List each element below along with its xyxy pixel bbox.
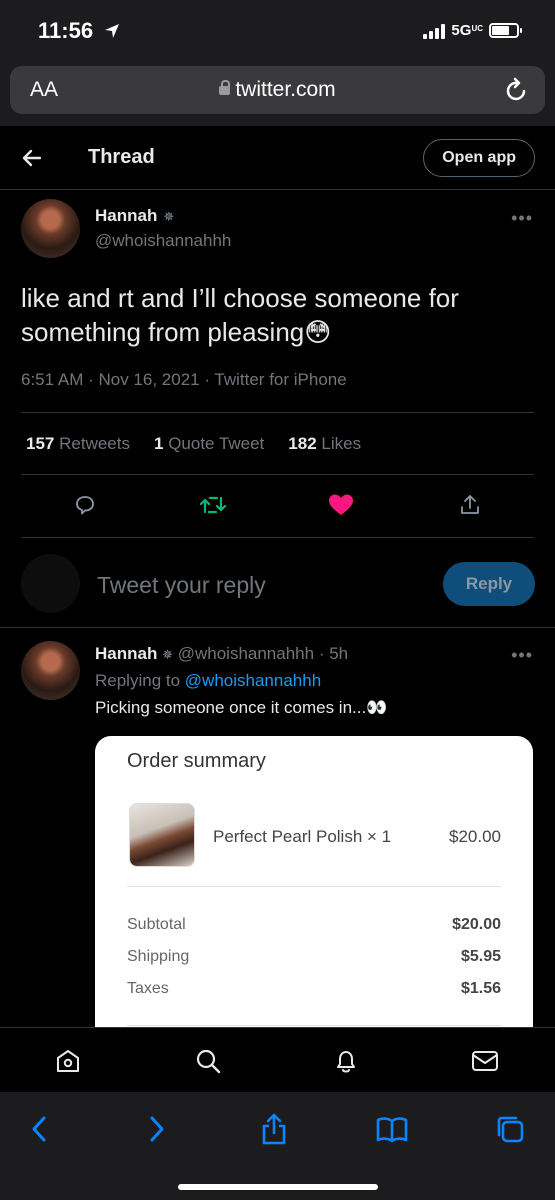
signal-icon [423,23,446,39]
network-label: 5GUC [451,22,483,39]
replying-to-link[interactable]: @whoishannahhh [185,671,321,690]
share-icon[interactable] [455,490,485,520]
back-arrow-icon[interactable] [20,146,44,170]
open-app-button[interactable]: Open app [423,139,535,177]
twitter-bottom-nav [0,1027,555,1092]
browser-chrome: AA twitter.com [0,62,555,126]
my-avatar [21,554,80,613]
product-name: Perfect Pearl Polish × 1 [213,827,392,846]
reply-author-avatar[interactable] [21,641,80,700]
replying-to: Replying to @whoishannahhh [95,671,322,690]
messages-mail-icon[interactable] [470,1046,500,1076]
like-heart-icon[interactable] [326,490,356,520]
author-avatar[interactable] [21,199,80,258]
status-bar: 11:56 5GUC [0,0,555,62]
divider [21,537,534,538]
divider [21,412,534,413]
reply-composer: Tweet your reply Reply [0,540,555,628]
status-time: 11:56 [38,18,121,44]
divider [21,474,534,475]
home-indicator [178,1184,378,1190]
page-title: Thread [88,146,155,168]
subtotal-row: Subtotal $20.00 [127,916,501,933]
tweet-stats: 157 Retweets 1 Quote Tweet 182 Likes [26,434,361,454]
safari-toolbar [0,1092,555,1200]
status-indicators: 5GUC [423,22,522,39]
sparkle-icon: ✵ [163,209,175,224]
order-title: Order summary [127,750,266,772]
url-text[interactable]: twitter.com [10,78,545,102]
divider [127,1025,501,1026]
tweet-text: like and rt and I’ll choose someone for … [21,283,459,347]
address-bar[interactable]: AA twitter.com [10,66,545,114]
share-icon[interactable] [257,1112,291,1146]
product-thumbnail [129,803,195,867]
reply-input[interactable]: Tweet your reply [97,572,266,599]
attached-image[interactable]: Order summary Perfect Pearl Polish × 1 $… [95,736,533,1056]
reply-button[interactable]: Reply [443,562,535,606]
tweet-timestamp[interactable]: 6:51 AM · Nov 16, 2021 · Twitter for iPh… [21,370,347,390]
reload-icon[interactable] [505,77,529,103]
forward-icon[interactable] [140,1112,174,1146]
sparkle-icon: ✵ [162,647,173,662]
more-options-icon[interactable]: ••• [511,208,533,229]
bookmarks-icon[interactable] [375,1112,409,1146]
likes-stat[interactable]: 182 Likes [288,434,361,454]
notifications-bell-icon[interactable] [331,1046,361,1076]
taxes-row: Taxes $1.56 [127,980,501,997]
reply-tweet-text: Picking someone once it comes in...👀 [95,698,388,717]
retweets-stat[interactable]: 157 Retweets [26,434,130,454]
author-name[interactable]: Hannah ✵ [95,206,174,226]
thread-header: Thread Open app [0,126,555,190]
product-price: $20.00 [449,827,501,846]
home-icon[interactable] [53,1046,83,1076]
reply-icon[interactable] [70,490,100,520]
retweet-icon[interactable] [198,490,228,520]
lock-icon [219,80,231,95]
tabs-icon[interactable] [493,1112,527,1146]
tweet-actions [0,490,555,530]
search-icon[interactable] [193,1046,223,1076]
back-icon[interactable] [22,1112,56,1146]
reply-author-line[interactable]: Hannah ✵ @whoishannahhh · 5h [95,644,348,664]
quotes-stat[interactable]: 1 Quote Tweet [154,434,264,454]
more-options-icon[interactable]: ••• [511,645,533,666]
battery-icon [489,23,522,38]
shipping-row: Shipping $5.95 [127,948,501,965]
author-handle[interactable]: @whoishannahhh [95,231,231,251]
divider [127,886,501,887]
location-icon [105,24,120,38]
